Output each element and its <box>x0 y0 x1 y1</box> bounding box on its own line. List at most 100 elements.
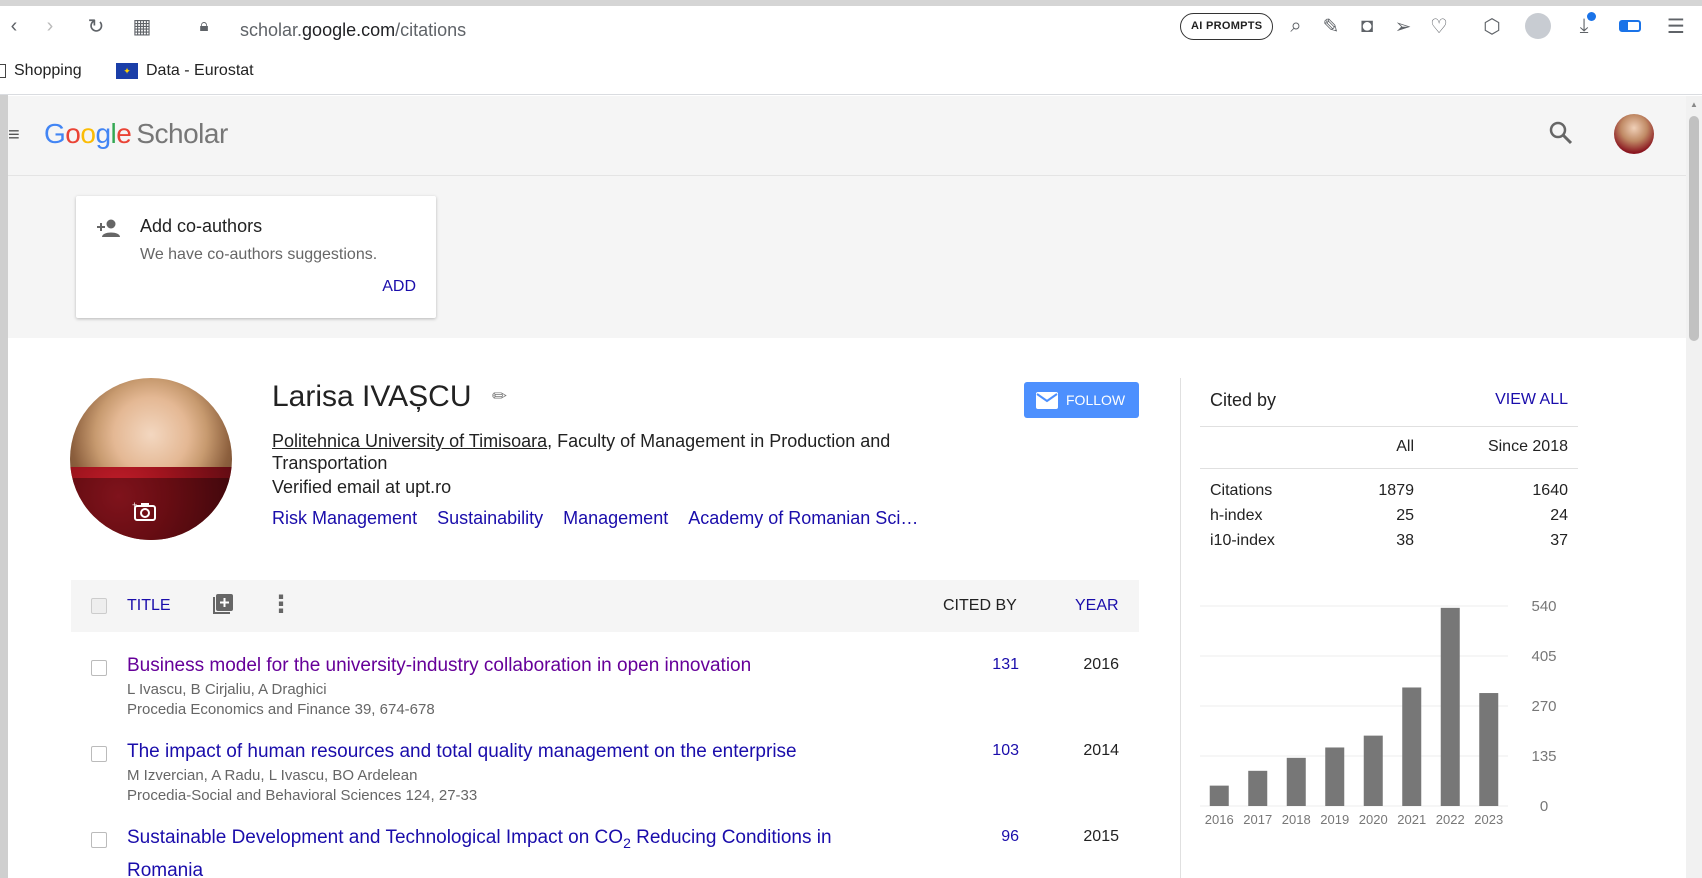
person-add-icon <box>96 218 122 238</box>
article-year: 2014 <box>1083 742 1119 759</box>
article-cited-count[interactable]: 103 <box>992 742 1019 760</box>
view-all-link[interactable]: VIEW ALL <box>1495 391 1568 409</box>
add-article-icon[interactable] <box>211 592 235 622</box>
metric-label: h-index <box>1210 507 1263 524</box>
back-icon[interactable]: ‹ <box>0 12 28 40</box>
scroll-up-arrow-icon[interactable]: ▲ <box>1690 100 1698 109</box>
coauthors-subtitle: We have co-authors suggestions. <box>140 246 378 263</box>
camera-add-icon[interactable]: + <box>132 500 158 522</box>
add-coauthors-button[interactable]: ADD <box>382 278 416 296</box>
article-title[interactable]: Sustainable Development and Technologica… <box>127 824 887 878</box>
grid-icon[interactable]: ▦ <box>128 12 156 40</box>
article-row: The impact of human resources and total … <box>71 738 1139 813</box>
divider <box>1200 426 1578 427</box>
profile-photo[interactable]: + <box>70 378 232 540</box>
metric-since: 37 <box>1550 532 1568 549</box>
cited-by-header: CITED BY <box>943 597 1017 614</box>
profile-icon[interactable] <box>1524 12 1552 40</box>
x-tick-label: 2020 <box>1359 812 1388 827</box>
bar-2021[interactable] <box>1402 687 1422 806</box>
metric-label: Citations <box>1210 482 1273 499</box>
article-title[interactable]: The impact of human resources and total … <box>127 738 887 766</box>
heart-icon[interactable]: ♡ <box>1425 12 1453 40</box>
topic-link[interactable]: Management <box>563 508 668 529</box>
article-venue: Procedia Economics and Finance 39, 674-6… <box>127 701 435 718</box>
select-all-checkbox[interactable] <box>91 598 107 614</box>
account-avatar[interactable] <box>1614 114 1654 154</box>
bar-2019[interactable] <box>1325 747 1345 806</box>
article-authors: L Ivascu, B Cirjaliu, A Draghici <box>127 681 327 698</box>
google-scholar-logo[interactable]: Google Scholar <box>44 118 228 150</box>
search-icon[interactable] <box>1546 118 1576 148</box>
col-all-header: All <box>1396 438 1414 455</box>
reload-icon[interactable]: ↻ <box>82 12 110 40</box>
download-icon[interactable]: ⤓ <box>1570 12 1598 40</box>
lock-icon[interactable]: 🔒︎ <box>190 12 218 40</box>
bookmark-shopping[interactable]: Shopping <box>0 62 82 80</box>
article-checkbox[interactable] <box>91 660 107 676</box>
article-venue: Procedia-Social and Behavioral Sciences … <box>127 787 478 804</box>
article-cited-count[interactable]: 131 <box>992 656 1019 674</box>
bookmark-eurostat[interactable]: ✦ Data - Eurostat <box>116 62 254 80</box>
article-checkbox[interactable] <box>91 746 107 762</box>
bar-2016[interactable] <box>1209 785 1229 806</box>
more-options-icon[interactable]: ⋮ <box>269 590 293 619</box>
articles-table-header: TITLE ⋮ CITED BY YEAR <box>71 580 1139 632</box>
follow-button[interactable]: FOLLOW <box>1024 382 1139 418</box>
ai-prompts-button[interactable]: AI PROMPTS <box>1180 13 1274 40</box>
topic-link[interactable]: Academy of Romanian Sci… <box>688 508 918 529</box>
y-tick-label: 270 <box>1531 698 1556 715</box>
metric-since: 1640 <box>1532 482 1568 499</box>
bar-2023[interactable] <box>1479 693 1499 806</box>
article-year: 2016 <box>1083 656 1119 673</box>
y-tick-label: 135 <box>1531 748 1556 765</box>
folder-icon <box>0 64 6 78</box>
menu-icon[interactable]: ≡ <box>8 124 20 147</box>
column-divider <box>1180 378 1181 878</box>
camera-icon[interactable]: ◘ <box>1353 12 1381 40</box>
coauthors-title: Add co-authors <box>140 216 263 236</box>
search-chat-icon[interactable]: ⌕ <box>1282 12 1310 40</box>
coauthor-band: Add co-authors We have co-authors sugges… <box>8 176 1686 338</box>
article-title[interactable]: Business model for the university-indust… <box>127 652 887 680</box>
x-tick-label: 2016 <box>1205 812 1234 827</box>
topic-link[interactable]: Risk Management <box>272 508 417 529</box>
metric-all: 25 <box>1396 507 1414 524</box>
metric-all: 38 <box>1396 532 1414 549</box>
article-year: 2015 <box>1083 828 1119 845</box>
article-cited-count[interactable]: 96 <box>1001 828 1019 846</box>
bar-2022[interactable] <box>1440 607 1460 806</box>
profile-name: Larisa IVAȘCU <box>272 380 472 413</box>
bookmarks-bar: Shopping ✦ Data - Eurostat <box>0 50 1702 95</box>
browser-toolbar: ‹ › ↻ ▦ 🔒︎ scholar.google.com/citations … <box>0 6 1702 46</box>
metric-label: i10-index <box>1210 532 1275 549</box>
scrollbar-thumb[interactable] <box>1689 116 1699 341</box>
settings-sliders-icon[interactable]: ☰ <box>1662 12 1690 40</box>
metric-since: 24 <box>1550 507 1568 524</box>
battery-icon[interactable] <box>1616 12 1644 40</box>
add-coauthors-card: Add co-authors We have co-authors sugges… <box>76 196 436 318</box>
edit-pencil-icon[interactable]: ✏︎ <box>492 386 514 408</box>
forward-icon[interactable]: › <box>36 12 64 40</box>
cube-icon[interactable]: ⬡ <box>1478 12 1506 40</box>
page-scrollbar[interactable]: ▲ <box>1686 96 1702 878</box>
bar-2018[interactable] <box>1286 757 1306 806</box>
sort-by-year[interactable]: YEAR <box>1075 597 1119 615</box>
address-bar[interactable]: scholar.google.com/citations <box>240 20 466 41</box>
sort-by-title[interactable]: TITLE <box>127 597 171 615</box>
article-authors: M Izvercian, A Radu, L Ivascu, BO Ardele… <box>127 767 418 784</box>
cited-by-title: Cited by <box>1210 390 1277 410</box>
bar-2017[interactable] <box>1248 770 1268 806</box>
edit-icon[interactable]: ✎ <box>1317 12 1345 40</box>
left-window-edge <box>0 95 8 878</box>
svg-text:+: + <box>132 500 137 510</box>
topic-link[interactable]: Sustainability <box>437 508 543 529</box>
profile-topics: Risk Management Sustainability Managemen… <box>272 508 918 529</box>
send-icon[interactable]: ➢ <box>1389 12 1417 40</box>
bookmark-label: Data - Eurostat <box>146 62 254 79</box>
x-tick-label: 2023 <box>1474 812 1503 827</box>
affiliation-link[interactable]: Politehnica University of Timisoara <box>272 431 547 451</box>
bar-2020[interactable] <box>1363 735 1383 806</box>
mail-icon <box>1036 391 1058 409</box>
article-checkbox[interactable] <box>91 832 107 848</box>
